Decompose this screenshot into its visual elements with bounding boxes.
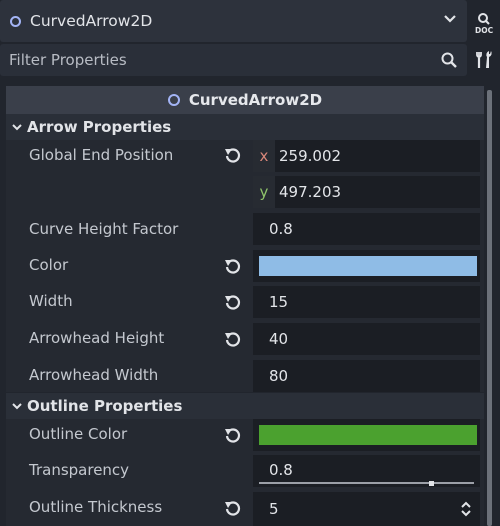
node-selector[interactable]: CurvedArrow2D [0, 0, 467, 42]
chevron-down-icon [12, 403, 22, 410]
search-icon [441, 52, 457, 68]
section-label: Arrow Properties [27, 118, 172, 136]
property-label: Transparency [29, 461, 130, 479]
global-end-position-y-field[interactable]: y 497.203 [253, 176, 480, 208]
property-label: Curve Height Factor [29, 220, 179, 238]
property-label: Outline Color [29, 425, 128, 443]
section-arrow-properties[interactable]: Arrow Properties [6, 114, 484, 140]
axis-x-label: x [253, 140, 275, 172]
width-field[interactable]: 15 [253, 286, 480, 318]
inspector-tools-button[interactable] [470, 44, 500, 76]
arrowhead-height-field[interactable]: 40 [253, 323, 480, 355]
node-circle-icon [10, 15, 21, 27]
docs-search-icon: DOC [475, 13, 494, 34]
transparency-slider-grabber[interactable] [428, 480, 434, 486]
outline-color-swatch [259, 425, 477, 445]
inspector-scrollbar[interactable] [487, 90, 492, 526]
axis-y-text: y [259, 183, 269, 201]
section-label: Outline Properties [27, 397, 183, 415]
section-outline-properties[interactable]: Outline Properties [6, 393, 484, 419]
property-label: Width [29, 292, 73, 310]
filter-properties-input[interactable] [0, 44, 420, 76]
node-selector-name: CurvedArrow2D [30, 12, 153, 30]
arrowhead-width-value: 80 [269, 367, 289, 385]
revert-icon[interactable] [224, 499, 242, 517]
open-docs-button[interactable]: DOC [470, 8, 500, 38]
outline-thickness-value: 5 [269, 500, 279, 518]
revert-icon[interactable] [224, 426, 242, 444]
curve-height-factor-value: 0.8 [269, 220, 293, 238]
axis-y-label: y [253, 176, 275, 208]
transparency-slider-track[interactable] [259, 480, 474, 486]
chevron-down-icon [444, 15, 456, 23]
curve-height-factor-field[interactable]: 0.8 [253, 213, 480, 245]
tools-icon [476, 51, 492, 68]
outline-color-picker-field[interactable] [253, 419, 480, 451]
global-end-position-y-value: 497.203 [279, 183, 342, 201]
revert-icon[interactable] [224, 257, 242, 275]
color-picker-field[interactable] [253, 250, 480, 282]
filter-bar [0, 44, 467, 76]
property-label: Color [29, 256, 69, 274]
arrowhead-width-field[interactable]: 80 [253, 360, 480, 392]
global-end-position-x-value: 259.002 [279, 147, 342, 165]
property-label: Arrowhead Width [29, 366, 159, 384]
spin-up-down-icon[interactable] [460, 500, 472, 518]
arrowhead-height-value: 40 [269, 330, 289, 348]
axis-x-text: x [259, 147, 269, 165]
chevron-down-icon [12, 124, 22, 131]
svg-text:DOC: DOC [475, 26, 494, 34]
property-label: Global End Position [29, 146, 174, 164]
inspector-header-title: CurvedArrow2D [188, 91, 323, 109]
transparency-value: 0.8 [269, 461, 293, 479]
revert-icon[interactable] [224, 146, 242, 164]
global-end-position-x-field[interactable]: x 259.002 [253, 140, 480, 172]
revert-icon[interactable] [224, 293, 242, 311]
color-swatch [259, 256, 477, 276]
outline-thickness-spinbox[interactable]: 5 [253, 492, 480, 526]
node-circle-icon [167, 94, 180, 106]
property-label: Outline Thickness [29, 498, 163, 516]
inspector-header: CurvedArrow2D [6, 86, 484, 114]
revert-icon[interactable] [224, 330, 242, 348]
width-value: 15 [269, 293, 289, 311]
property-label: Arrowhead Height [29, 329, 165, 347]
